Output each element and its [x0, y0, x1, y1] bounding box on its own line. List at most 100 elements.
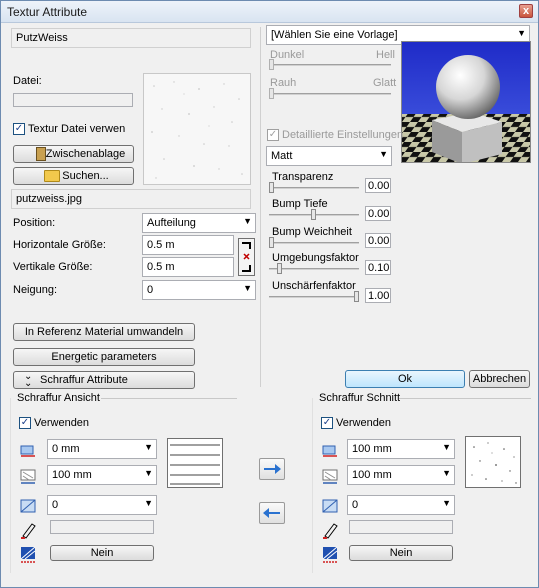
chevron-down-icon: ▼	[144, 442, 153, 452]
finish-value: Matt	[271, 150, 293, 162]
zwischenablage-label: Zwischenablage	[45, 148, 126, 160]
schnitt-angle-dropdown[interactable]: 0 ▼	[347, 495, 455, 515]
referenz-material-button[interactable]: In Referenz Material umwandeln	[13, 323, 195, 341]
hatch-spacing-icon	[20, 469, 36, 484]
schnitt-hatch-preview	[465, 436, 521, 488]
group-line	[101, 398, 237, 399]
transparenz-slider[interactable]	[269, 181, 359, 195]
ansicht-offset-value: 0 mm	[52, 443, 80, 455]
clipboard-icon	[36, 147, 46, 161]
position-dropdown[interactable]: Aufteilung ▼	[142, 213, 256, 233]
horizontal-lines-pattern	[170, 444, 220, 485]
textur-datei-checkbox[interactable]: ✓	[13, 123, 25, 135]
arrow-right-icon	[264, 464, 281, 474]
schnitt-spacing-dropdown[interactable]: 100 mm ▼	[347, 465, 455, 485]
chevron-down-icon: ▼	[517, 28, 526, 38]
close-button[interactable]: x	[519, 4, 533, 18]
chevron-down-icon: ▼	[379, 149, 388, 159]
column-separator	[260, 27, 261, 387]
finish-dropdown[interactable]: Matt ▼	[266, 146, 392, 166]
schnitt-offset-dropdown[interactable]: 100 mm ▼	[347, 439, 455, 459]
schraffur-schnitt-title: Schraffur Schnitt	[319, 392, 401, 404]
schraffur-attribute-label: Schraffur Attribute	[40, 374, 128, 386]
ansicht-verwenden-label: Verwenden	[34, 417, 90, 429]
ansicht-nein-button[interactable]: Nein	[50, 545, 154, 561]
energetic-parameters-button[interactable]: Energetic parameters	[13, 348, 195, 366]
schnitt-verwenden-checkbox[interactable]: ✓	[321, 417, 333, 429]
chevron-down-icon: ▼	[243, 283, 252, 293]
schnitt-verwenden-label: Verwenden	[336, 417, 392, 429]
window-title: Textur Attribute	[7, 5, 88, 19]
plaster-dots-pattern	[471, 442, 517, 484]
ansicht-angle-dropdown[interactable]: 0 ▼	[47, 495, 157, 515]
detail-settings-checkbox[interactable]: ✓	[267, 129, 279, 141]
bump-tiefe-slider[interactable]	[269, 208, 359, 222]
vertical-size-label: Vertikale Größe:	[13, 261, 93, 273]
title-bar: Textur Attribute x	[1, 1, 538, 23]
umgebung-slider[interactable]	[269, 262, 359, 276]
umgebung-input[interactable]: 0.10	[365, 260, 391, 275]
chevron-down-icon: ▼	[442, 468, 451, 478]
pen-icon	[323, 523, 338, 539]
bump-weich-input[interactable]: 0.00	[365, 233, 391, 248]
plaster-texture-pattern	[144, 74, 250, 184]
ok-button[interactable]: Ok	[345, 370, 465, 388]
suchen-button[interactable]: Suchen...	[13, 167, 134, 185]
schnitt-spacing-value: 100 mm	[352, 469, 392, 481]
horizontal-size-label: Horizontale Größe:	[13, 239, 106, 251]
copy-right-button[interactable]	[259, 458, 285, 480]
ansicht-hatch-preview	[167, 438, 223, 488]
ansicht-offset-dropdown[interactable]: 0 mm ▼	[47, 439, 157, 459]
hatch-angle-icon	[20, 499, 36, 513]
chevron-down-icon: ▼	[442, 498, 451, 508]
chevron-down-icon: ▼	[144, 498, 153, 508]
ansicht-spacing-dropdown[interactable]: 100 mm ▼	[47, 465, 157, 485]
schnitt-nein-button[interactable]: Nein	[349, 545, 453, 561]
unschaerfe-slider[interactable]	[269, 290, 359, 304]
fill-pattern-icon	[322, 546, 338, 563]
fill-pattern-icon	[20, 546, 36, 563]
ansicht-verwenden-checkbox[interactable]: ✓	[19, 417, 31, 429]
roughness-slider[interactable]	[269, 87, 391, 101]
vorlage-value: [Wählen Sie eine Vorlage]	[271, 29, 398, 41]
group-line	[399, 398, 531, 399]
datei-field[interactable]	[13, 93, 133, 107]
bump-tiefe-input[interactable]: 0.00	[365, 206, 391, 221]
brightness-slider[interactable]	[269, 58, 391, 72]
horizontal-size-input[interactable]: 0.5 m	[142, 235, 234, 255]
sphere-cube-preview	[402, 42, 530, 162]
schnitt-pen-field[interactable]	[349, 520, 453, 534]
pen-icon	[21, 523, 36, 539]
ansicht-pen-field[interactable]	[50, 520, 154, 534]
position-value: Aufteilung	[147, 217, 196, 229]
filename-field: putzweiss.jpg	[11, 189, 251, 209]
schraffur-ansicht-title: Schraffur Ansicht	[17, 392, 100, 404]
arrow-left-icon	[263, 508, 280, 518]
bump-weich-slider[interactable]	[269, 236, 359, 250]
double-chevron-down-icon: ⌄ ⌄	[24, 371, 33, 389]
textur-datei-label: Textur Datei verwen	[28, 123, 126, 135]
unschaerfe-input[interactable]: 1.00	[365, 288, 391, 303]
schraffur-attribute-button[interactable]: ⌄ ⌄ Schraffur Attribute	[13, 371, 195, 389]
detail-settings-label: Detaillierte Einstellungen	[282, 129, 404, 141]
hatch-spacing-icon	[322, 469, 338, 484]
position-label: Position:	[13, 217, 56, 229]
material-name-field[interactable]: PutzWeiss	[11, 28, 251, 48]
neigung-value: 0	[147, 284, 154, 296]
zwischenablage-button[interactable]: Zwischenablage	[13, 145, 134, 163]
vertical-size-input[interactable]: 0.5 m	[142, 257, 234, 277]
abbrechen-button[interactable]: Abbrechen	[469, 370, 530, 388]
copy-left-button[interactable]	[259, 502, 285, 524]
chevron-down-icon: ▼	[442, 442, 451, 452]
link-ratio-button[interactable]	[238, 238, 255, 276]
texture-preview-image	[143, 73, 251, 185]
hatch-offset-icon	[20, 445, 35, 457]
neigung-dropdown[interactable]: 0 ▼	[142, 280, 256, 300]
folder-icon	[44, 170, 60, 182]
transparenz-input[interactable]: 0.00	[365, 178, 391, 193]
neigung-label: Neigung:	[13, 284, 58, 296]
datei-label: Datei:	[13, 75, 42, 87]
ansicht-spacing-value: 100 mm	[52, 469, 92, 481]
hatch-offset-icon	[322, 445, 337, 457]
hatch-angle-icon	[322, 499, 338, 513]
